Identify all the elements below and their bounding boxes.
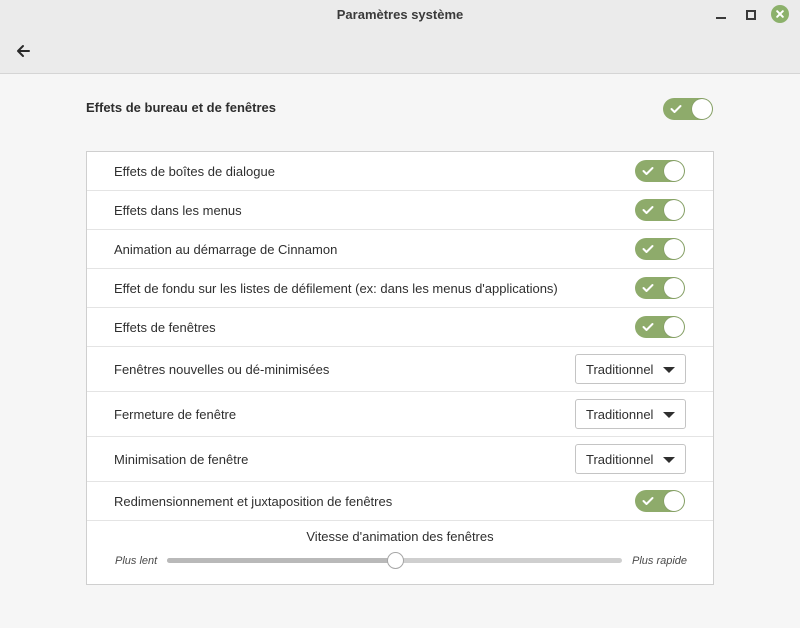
header-bar — [0, 30, 800, 74]
maximize-icon[interactable] — [742, 6, 760, 24]
toggle-knob — [664, 278, 684, 298]
slider-handle[interactable] — [386, 552, 404, 569]
row-label: Fermeture de fenêtre — [114, 407, 237, 422]
caret-down-icon — [663, 457, 675, 463]
toggle-knob — [664, 200, 684, 220]
toggle-knob — [664, 491, 684, 511]
row-label: Effets de boîtes de dialogue — [114, 164, 275, 179]
row-fade-effect: Effet de fondu sur les listes de défilem… — [87, 269, 713, 308]
check-icon — [642, 284, 654, 292]
new-windows-combo[interactable]: Traditionnel — [575, 354, 686, 384]
toggle-knob — [664, 239, 684, 259]
row-minimize-window: Minimisation de fenêtre Traditionnel — [87, 437, 713, 482]
row-label: Effets dans les menus — [114, 203, 242, 218]
settings-window: Paramètres système Effets de bureau et d… — [0, 0, 800, 628]
check-icon — [642, 206, 654, 214]
combo-value: Traditionnel — [586, 407, 654, 422]
section-toggle[interactable] — [663, 98, 713, 120]
section-title: Effets de bureau et de fenêtres — [86, 100, 276, 115]
resize-tile-toggle[interactable] — [635, 490, 685, 512]
row-resize-tile: Redimensionnement et juxtaposition de fe… — [87, 482, 713, 521]
window-effects-toggle[interactable] — [635, 316, 685, 338]
toggle-knob — [692, 99, 712, 119]
window-title: Paramètres système — [336, 7, 464, 22]
row-window-effects: Effets de fenêtres — [87, 308, 713, 347]
caret-down-icon — [663, 367, 675, 373]
slider-fill — [167, 558, 395, 563]
slider-max-label: Plus rapide — [632, 555, 688, 567]
close-window-combo[interactable]: Traditionnel — [575, 399, 686, 429]
minimize-icon[interactable] — [712, 6, 730, 24]
check-icon — [642, 323, 654, 331]
row-label: Minimisation de fenêtre — [114, 452, 249, 467]
caret-down-icon — [663, 412, 675, 418]
fade-effect-toggle[interactable] — [635, 277, 685, 299]
row-menu-effects: Effets dans les menus — [87, 191, 713, 230]
dialog-effects-toggle[interactable] — [635, 160, 685, 182]
close-icon[interactable] — [771, 5, 789, 23]
back-button[interactable] — [12, 40, 34, 62]
settings-list: Effets de boîtes de dialogue Effets dans… — [86, 151, 714, 585]
check-icon — [642, 245, 654, 253]
row-dialog-effects: Effets de boîtes de dialogue — [87, 152, 713, 191]
row-label: Fenêtres nouvelles ou dé-minimisées — [114, 362, 330, 377]
check-icon — [670, 105, 682, 113]
startup-animation-toggle[interactable] — [635, 238, 685, 260]
animation-speed-title: Vitesse d'animation des fenêtres — [306, 529, 494, 544]
menu-effects-toggle[interactable] — [635, 199, 685, 221]
titlebar: Paramètres système — [0, 0, 800, 30]
row-label: Animation au démarrage de Cinnamon — [114, 242, 338, 257]
check-icon — [642, 497, 654, 505]
row-label: Effet de fondu sur les listes de défilem… — [114, 281, 558, 296]
combo-value: Traditionnel — [586, 452, 654, 467]
row-close-window: Fermeture de fenêtre Traditionnel — [87, 392, 713, 437]
minimize-window-combo[interactable]: Traditionnel — [575, 444, 686, 474]
combo-value: Traditionnel — [586, 362, 654, 377]
row-label: Redimensionnement et juxtaposition de fe… — [114, 494, 393, 509]
animation-speed-slider[interactable] — [167, 552, 622, 569]
row-startup-animation: Animation au démarrage de Cinnamon — [87, 230, 713, 269]
toggle-knob — [664, 161, 684, 181]
check-icon — [642, 167, 654, 175]
slider-min-label: Plus lent — [115, 555, 158, 567]
row-new-windows: Fenêtres nouvelles ou dé-minimisées Trad… — [87, 347, 713, 392]
toggle-knob — [664, 317, 684, 337]
arrow-left-icon — [17, 45, 30, 57]
row-label: Effets de fenêtres — [114, 320, 216, 335]
